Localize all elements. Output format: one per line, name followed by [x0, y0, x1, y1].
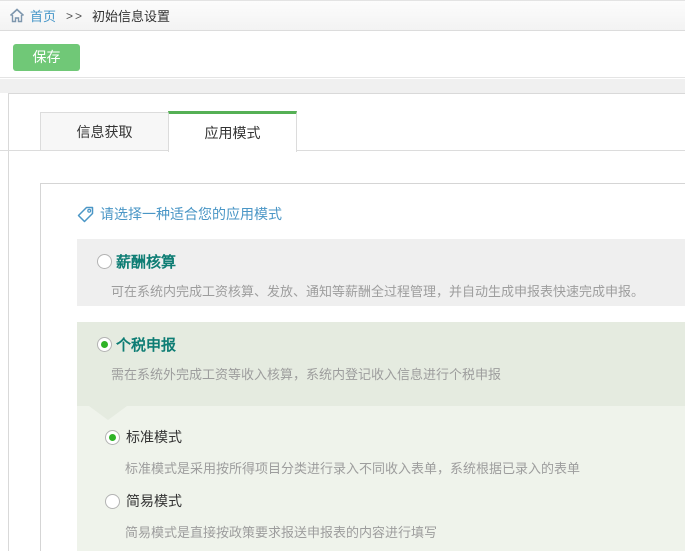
toolbar-gap-strip [0, 79, 685, 93]
option-payroll-title[interactable]: 薪酬核算 [116, 251, 176, 272]
mode-prompt: 请选择一种适合您的应用模式 [77, 204, 282, 224]
radio-tax-declaration[interactable] [97, 337, 112, 352]
sub-option-standard: 标准模式 [77, 406, 685, 447]
option-tax-declaration[interactable]: 个税申报 需在系统外完成工资等收入核算，系统内登记收入信息进行个税申报 [77, 322, 685, 406]
standard-mode-label[interactable]: 标准模式 [126, 427, 182, 447]
home-icon [9, 8, 25, 23]
breadcrumb-current: 初始信息设置 [92, 9, 171, 24]
tag-icon [77, 206, 94, 223]
radio-payroll-accounting[interactable] [97, 254, 112, 269]
simple-mode-desc: 简易模式是直接按政策要求报送申报表的内容进行填写 [125, 525, 438, 540]
save-button[interactable]: 保存 [13, 44, 80, 71]
tax-sub-options-panel: 标准模式 标准模式是采用按所得项目分类进行录入不同收入表单，系统根据已录入的表单… [77, 406, 685, 551]
option-tax-header: 个税申报 [77, 322, 685, 355]
standard-mode-desc: 标准模式是采用按所得项目分类进行录入不同收入表单，系统根据已录入的表单 [125, 461, 581, 476]
breadcrumb: 首页 >> 初始信息设置 [0, 0, 685, 31]
mode-prompt-text: 请选择一种适合您的应用模式 [100, 206, 282, 222]
tab-application-mode-label: 应用模式 [204, 125, 261, 141]
option-payroll-accounting[interactable]: 薪酬核算 可在系统内完成工资核算、发放、通知等薪酬全过程管理，并自动生成申报表快… [77, 239, 685, 306]
toolbar: 保存 [0, 32, 685, 78]
radio-standard-mode[interactable] [105, 429, 120, 445]
tab-application-mode[interactable]: 应用模式 [168, 111, 297, 152]
breadcrumb-home-label: 首页 [30, 9, 57, 24]
option-payroll-header: 薪酬核算 [77, 239, 685, 272]
sub-option-simple: 简易模式 [77, 477, 685, 511]
mode-selection-box: 请选择一种适合您的应用模式 薪酬核算 可在系统内完成工资核算、发放、通知等薪酬全… [40, 183, 685, 551]
radio-simple-mode[interactable] [105, 493, 120, 509]
option-tax-title[interactable]: 个税申报 [116, 334, 176, 355]
tab-info-acquisition[interactable]: 信息获取 [40, 112, 169, 151]
simple-mode-label[interactable]: 简易模式 [126, 491, 182, 511]
option-payroll-desc: 可在系统内完成工资核算、发放、通知等薪酬全过程管理，并自动生成申报表快速完成申报… [111, 284, 645, 299]
option-tax-desc: 需在系统外完成工资等收入核算，系统内登记收入信息进行个税申报 [111, 367, 502, 382]
app-window: 首页 >> 初始信息设置 保存 信息获取 应用模式 请选择一种适合您的应用模式 [0, 0, 685, 551]
breadcrumb-separator: >> [66, 8, 85, 23]
tab-info-acquisition-label: 信息获取 [76, 123, 133, 140]
breadcrumb-home-link[interactable]: 首页 [9, 6, 56, 25]
selected-option-pointer [89, 406, 127, 420]
